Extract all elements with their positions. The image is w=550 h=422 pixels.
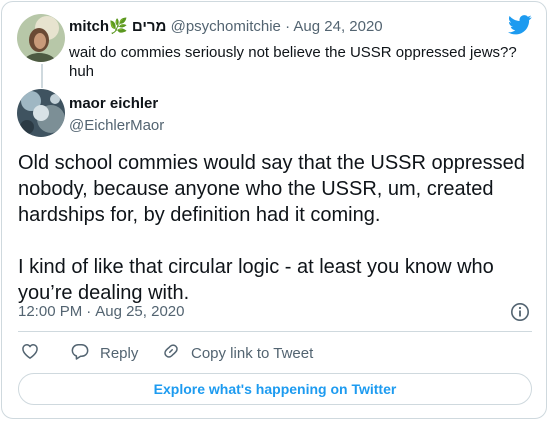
parent-handle[interactable]: @psychomitchie: [171, 18, 281, 35]
divider: [18, 331, 532, 332]
reply-label: Reply: [100, 344, 139, 362]
copy-link-label: Copy link to Tweet: [191, 344, 314, 362]
tweet-timestamp[interactable]: 12:00 PM · Aug 25, 2020: [18, 303, 184, 320]
author-avatar[interactable]: [17, 89, 65, 137]
parent-separator: ·: [285, 18, 291, 35]
tweet-text: Old school commies would say that the US…: [18, 150, 538, 306]
tweet-paragraph: I kind of like that circular logic - at …: [18, 256, 494, 304]
comment-icon: [70, 341, 100, 365]
link-icon: [161, 341, 191, 365]
thread-line: [41, 64, 43, 88]
twitter-bird-icon[interactable]: [508, 14, 532, 41]
parent-tweet-header: mitch🌿 מרים @psychomitchie · Aug 24, 202…: [69, 17, 383, 35]
tweet-paragraph: Old school commies would say that the US…: [18, 152, 525, 226]
timestamp-separator: ·: [86, 303, 92, 320]
tweet-time: 12:00 PM: [18, 303, 83, 320]
like-button[interactable]: [20, 341, 50, 365]
author-display-name[interactable]: maor eichler: [69, 95, 158, 112]
copy-link-button[interactable]: Copy link to Tweet: [161, 341, 313, 365]
parent-tweet-text: wait do commies seriously not believe th…: [69, 44, 517, 80]
parent-display-name[interactable]: mitch🌿 מרים: [69, 18, 166, 35]
reply-button[interactable]: Reply: [70, 341, 138, 365]
parent-date[interactable]: Aug 24, 2020: [293, 18, 382, 35]
parent-avatar[interactable]: [17, 14, 65, 62]
author-handle[interactable]: @EichlerMaor: [69, 117, 164, 134]
heart-icon: [20, 341, 50, 365]
explore-twitter-button[interactable]: Explore what's happening on Twitter: [18, 373, 532, 405]
info-icon[interactable]: [510, 302, 530, 327]
tweet-date: Aug 25, 2020: [95, 303, 185, 320]
